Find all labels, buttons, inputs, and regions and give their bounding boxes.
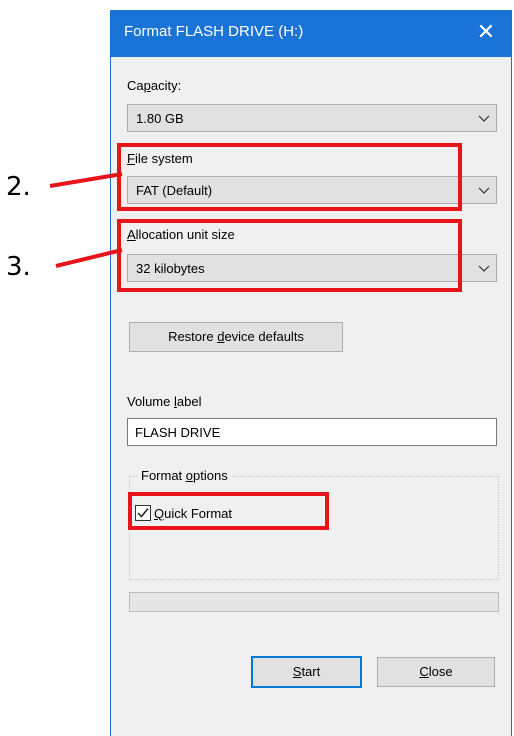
annotation-pointer-lines (49, 172, 123, 268)
step-2-label: 2. (6, 172, 31, 202)
screenshot-canvas: Format FLASH DRIVE (H:) ✕ Capacity: 1.80… (0, 0, 514, 736)
pointer-line-2 (49, 172, 123, 188)
pointer-line-3 (55, 248, 123, 268)
step-3-label: 3. (6, 252, 31, 282)
